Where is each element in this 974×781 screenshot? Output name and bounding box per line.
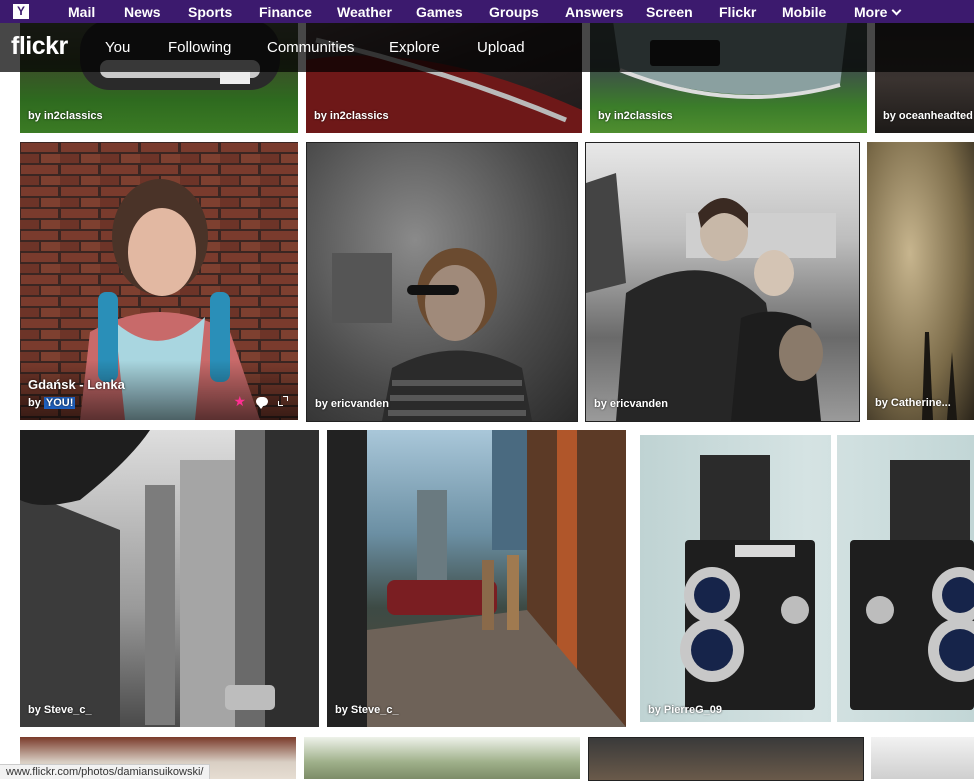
photo-caption[interactable]: by in2classics [598, 110, 673, 122]
nav-explore[interactable]: Explore [389, 39, 440, 56]
yahoo-more-menu[interactable]: More [854, 4, 902, 20]
photo-image [20, 430, 319, 727]
photo-title[interactable]: Gdańsk - Lenka [28, 377, 125, 392]
photo-actions: ★ [233, 394, 288, 409]
photo-caption[interactable]: by Catherine... [875, 397, 951, 409]
flickr-nav-bar: flickr You Following Communities Explore… [0, 23, 974, 72]
yahoo-link-finance[interactable]: Finance [259, 4, 312, 20]
photo-tile[interactable]: by Catherine... [867, 142, 974, 420]
yahoo-link-flickr[interactable]: Flickr [719, 4, 756, 20]
photo-tile[interactable]: by Steve_c_ [327, 430, 626, 727]
photo-caption[interactable]: by ericvanden [315, 398, 389, 410]
nav-upload[interactable]: Upload [477, 39, 525, 56]
photo-tile[interactable]: by ericvanden [306, 142, 578, 422]
photo-caption[interactable]: by Steve_c_ [335, 704, 399, 716]
flickr-logo[interactable]: flickr [11, 32, 68, 61]
nav-you[interactable]: You [105, 39, 130, 56]
yahoo-link-groups[interactable]: Groups [489, 4, 539, 20]
photo-caption[interactable]: by in2classics [28, 110, 103, 122]
photo-caption[interactable]: by PierreG_09 [648, 704, 722, 716]
expand-icon[interactable] [278, 396, 288, 406]
photo-tile[interactable] [588, 737, 864, 781]
photo-caption[interactable]: by in2classics [314, 110, 389, 122]
nav-communities[interactable]: Communities [267, 39, 355, 56]
photo-image [680, 435, 974, 722]
yahoo-link-sports[interactable]: Sports [188, 4, 232, 20]
photo-tile[interactable] [304, 737, 580, 779]
chevron-down-icon [892, 5, 902, 16]
owner-link[interactable]: YOU! [43, 397, 76, 409]
photo-caption[interactable]: by ericvanden [594, 398, 668, 410]
photo-tile[interactable]: by PierreG_09 [640, 435, 974, 722]
yahoo-link-news[interactable]: News [124, 4, 161, 20]
yahoo-link-mobile[interactable]: Mobile [782, 4, 826, 20]
yahoo-logo[interactable]: Y [13, 4, 29, 19]
yahoo-more-label: More [854, 4, 888, 20]
byline-prefix: by [28, 397, 41, 409]
yahoo-top-bar: Y Mail News Sports Finance Weather Games… [0, 0, 974, 23]
comment-icon[interactable] [256, 396, 268, 409]
yahoo-link-weather[interactable]: Weather [337, 4, 392, 20]
photo-tile[interactable]: by Steve_c_ [20, 430, 319, 727]
yahoo-link-screen[interactable]: Screen [646, 4, 693, 20]
nav-following[interactable]: Following [168, 39, 231, 56]
photo-caption[interactable]: by oceanheadted [883, 110, 973, 122]
photo-image [332, 248, 532, 421]
browser-status-url: www.flickr.com/photos/damiansuikowski/ [0, 764, 211, 779]
photo-image [586, 173, 836, 421]
photo-tile[interactable]: by ericvanden [585, 142, 860, 422]
photo-image [922, 332, 957, 420]
yahoo-link-mail[interactable]: Mail [68, 4, 95, 20]
photo-tile[interactable] [871, 737, 974, 779]
yahoo-link-answers[interactable]: Answers [565, 4, 623, 20]
photo-image [327, 430, 626, 727]
photo-byline: by YOU! [28, 397, 76, 409]
favorite-star-icon[interactable]: ★ [233, 394, 246, 408]
yahoo-link-games[interactable]: Games [416, 4, 463, 20]
photo-tile[interactable]: Gdańsk - Lenka by YOU! ★ [20, 142, 298, 420]
photo-caption[interactable]: by Steve_c_ [28, 704, 92, 716]
